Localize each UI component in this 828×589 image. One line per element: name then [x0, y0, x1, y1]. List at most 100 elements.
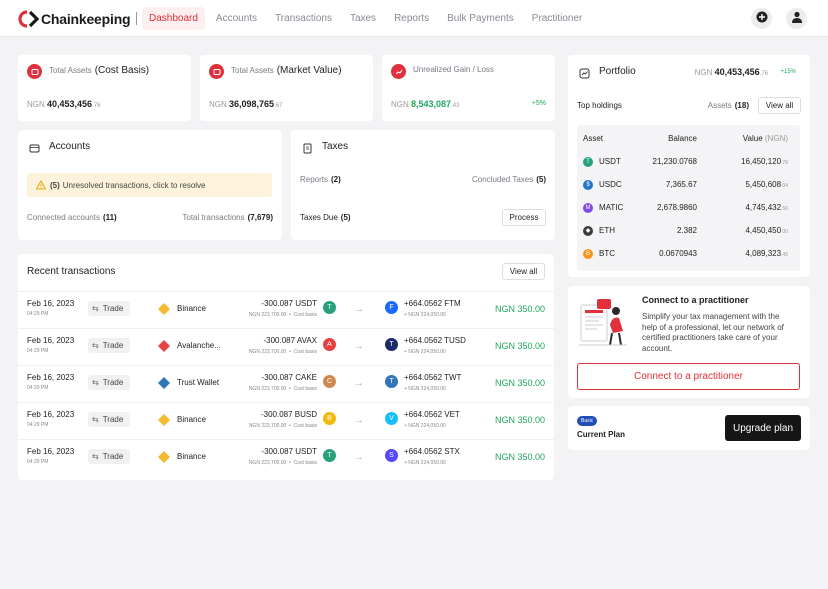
tx-time: 04:29 PM — [27, 348, 49, 354]
arrow-right-icon: → — [353, 340, 364, 352]
stat-label: Total Assets (Cost Basis) — [49, 65, 150, 76]
gain-badge: +5% — [531, 100, 546, 107]
holding-balance: 7,365.67 — [665, 180, 697, 189]
chart-icon — [391, 64, 406, 79]
in-coin-icon: T — [385, 338, 398, 351]
stat-value: NGN 40,453,456.76 — [27, 99, 101, 109]
header-divider — [136, 12, 137, 25]
nav-item-reports[interactable]: Reports — [387, 7, 436, 30]
wallet-icon — [27, 64, 42, 79]
tx-wallet: Binance — [177, 415, 206, 424]
upgrade-plan-button[interactable]: Upgrade plan — [725, 415, 801, 441]
unresolved-alert[interactable]: (5) Unresolved transactions, click to res… — [27, 173, 272, 197]
tx-fee: NGN 350.00 — [494, 415, 545, 425]
current-plan-label: Current Plan — [577, 430, 626, 439]
tx-fee: NGN 350.00 — [494, 304, 545, 314]
coin-icon: T — [583, 157, 593, 167]
tx-type-badge: ⇆ Trade — [88, 412, 130, 427]
in-coin-icon: V — [385, 412, 398, 425]
practitioner-description: Simplify your tax management with the he… — [642, 312, 784, 353]
main-nav: Dashboard Accounts Transactions Taxes Report… — [142, 7, 593, 30]
holding-value: 4,745,432.56 — [745, 203, 788, 212]
tax-reports[interactable]: Reports (2) — [300, 175, 341, 184]
brand-logo[interactable]: Chainkeeping — [18, 9, 131, 29]
practitioner-title: Connect to a practitioner — [642, 295, 749, 305]
process-button[interactable]: Process — [502, 209, 546, 226]
user-menu-button[interactable] — [786, 8, 807, 29]
tx-in-value: + NGN 224,050.00 — [404, 386, 446, 392]
table-row[interactable]: Feb 16, 2023 04:29 PM ⇆ Trade Avalanche..… — [18, 328, 554, 365]
view-all-transactions-button[interactable]: View all — [502, 263, 545, 280]
arrow-right-icon: → — [353, 303, 364, 315]
tx-wallet: Binance — [177, 304, 206, 313]
swap-icon: ⇆ — [92, 341, 99, 350]
connected-accounts: Connected accounts (11) — [27, 213, 117, 222]
out-coin-icon: T — [323, 301, 336, 314]
holding-row[interactable]: T USDT 21,230.0768 16,450,120.78 — [577, 151, 800, 174]
holding-row[interactable]: B BTC 0.0670943 4,089,323.45 — [577, 243, 800, 266]
stat-value: NGN 8,543,087.43 — [391, 99, 460, 109]
coin-icon: $ — [583, 180, 593, 190]
wallet-logo-icon — [157, 413, 171, 427]
stat-label: Unrealized Gain / Loss — [413, 65, 494, 74]
portfolio-card: Portfolio NGN 40,453,456.76 +15% Top hol… — [568, 55, 810, 277]
tx-in-value: + NGN 224,050.00 — [404, 460, 446, 466]
nav-item-taxes[interactable]: Taxes — [343, 7, 383, 30]
connect-practitioner-button[interactable]: Connect to a practitioner — [577, 363, 800, 390]
tx-wallet: Binance — [177, 452, 206, 461]
table-row[interactable]: Feb 16, 2023 04:29 PM ⇆ Trade Binance -30… — [18, 291, 554, 328]
holding-row[interactable]: $ USDC 7,365.67 5,450,608.04 — [577, 174, 800, 197]
table-row[interactable]: Feb 16, 2023 04:29 PM ⇆ Trade Trust Walle… — [18, 365, 554, 402]
stat-value: NGN 36,098,765.67 — [209, 99, 283, 109]
wallet-logo-icon — [157, 376, 171, 390]
nav-item-dashboard[interactable]: Dashboard — [142, 7, 205, 30]
wallet-logo-icon — [157, 339, 171, 353]
wallet-icon — [29, 141, 40, 153]
warning-icon — [35, 179, 47, 192]
holding-row[interactable]: M MATIC 2,678.9860 4,745,432.56 — [577, 197, 800, 220]
concluded-taxes[interactable]: Concluded Taxes (5) — [472, 175, 546, 184]
holding-row[interactable]: ◆ ETH 2.382 4,450,450.00 — [577, 220, 800, 243]
view-all-holdings-button[interactable]: View all — [758, 97, 801, 114]
tx-fee: NGN 350.00 — [494, 452, 545, 462]
holdings-header: Asset Balance Value (NGN) — [583, 134, 788, 143]
tx-out-cost: NGN 223,700.00 • Cost basis — [248, 349, 317, 355]
wallet-logo-icon — [157, 302, 171, 316]
in-coin-icon: F — [385, 301, 398, 314]
tx-date: Feb 16, 2023 — [27, 373, 75, 382]
practitioner-card: Connect to a practitioner Simplify your … — [568, 286, 810, 398]
tx-out-amount: -300.087 BUSD — [260, 410, 317, 419]
accounts-card: Accounts (5) Unresolved transactions, cli… — [18, 130, 282, 240]
stat-card-market-value: Total Assets (Market Value) NGN 36,098,76… — [200, 55, 373, 121]
brand-name: Chainkeeping — [41, 11, 131, 27]
holding-symbol: BTC — [599, 249, 615, 259]
tx-wallet: Avalanche... — [177, 341, 221, 350]
holding-value: 5,450,608.04 — [745, 180, 788, 189]
tx-date: Feb 16, 2023 — [27, 299, 75, 308]
holding-balance: 2,678.9860 — [656, 203, 697, 212]
tx-type-badge: ⇆ Trade — [88, 375, 130, 390]
tx-out-amount: -300.087 AVAX — [263, 336, 317, 345]
add-button[interactable] — [751, 8, 772, 29]
arrow-right-icon: → — [353, 451, 364, 463]
swap-icon: ⇆ — [92, 452, 99, 461]
plus-circle-icon — [756, 10, 768, 28]
holding-balance: 2.382 — [676, 226, 697, 235]
nav-item-transactions[interactable]: Transactions — [268, 7, 339, 30]
table-row[interactable]: Feb 16, 2023 04:29 PM ⇆ Trade Binance -30… — [18, 402, 554, 439]
top-holdings-label: Top holdings — [577, 101, 622, 110]
portfolio-chart-icon — [579, 66, 590, 79]
wallet-logo-icon — [157, 450, 171, 464]
tx-type-badge: ⇆ Trade — [88, 301, 130, 316]
tx-out-cost: NGN 223,700.00 • Cost basis — [248, 386, 317, 392]
nav-item-bulk-payments[interactable]: Bulk Payments — [440, 7, 521, 30]
tx-time: 04:29 PM — [27, 385, 49, 391]
stat-card-cost-basis: Total Assets (Cost Basis) NGN 40,453,456.… — [18, 55, 191, 121]
nav-item-accounts[interactable]: Accounts — [209, 7, 264, 30]
out-coin-icon: T — [323, 449, 336, 462]
practitioner-illustration-icon — [579, 295, 627, 349]
taxes-card: Taxes Reports (2) Concluded Taxes (5) Taxe… — [291, 130, 555, 240]
table-row[interactable]: Feb 16, 2023 04:29 PM ⇆ Trade Binance -30… — [18, 439, 554, 476]
nav-item-practitioner[interactable]: Practitioner — [525, 7, 590, 30]
tx-in-amount: +664.0562 TUSD — [404, 336, 466, 345]
